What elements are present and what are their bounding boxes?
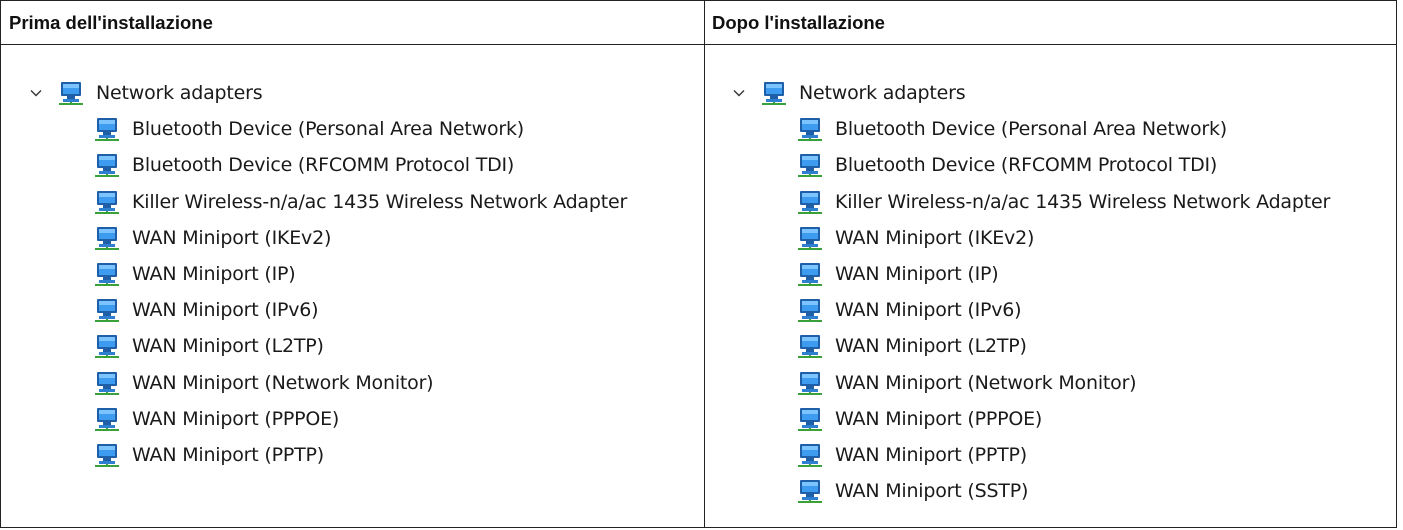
device-list-item[interactable]: WAN Miniport (Network Monitor): [704, 365, 1396, 401]
network-adapter-icon: [95, 335, 119, 359]
device-list-item[interactable]: WAN Miniport (IKEv2): [1, 220, 704, 256]
device-list-item[interactable]: WAN Miniport (Network Monitor): [1, 365, 704, 401]
device-label: WAN Miniport (Network Monitor): [132, 371, 434, 394]
device-list-item[interactable]: WAN Miniport (IP): [1, 256, 704, 292]
network-adapter-icon: [59, 82, 83, 106]
network-adapter-icon: [798, 443, 822, 467]
device-label: Bluetooth Device (Personal Area Network): [132, 118, 525, 141]
device-label: WAN Miniport (IP): [835, 263, 999, 286]
network-adapter-icon: [95, 118, 119, 142]
network-adapter-icon: [798, 335, 822, 359]
device-list-item[interactable]: WAN Miniport (IP): [704, 256, 1396, 292]
device-list-item[interactable]: WAN Miniport (PPPOE): [704, 401, 1396, 437]
network-adapter-icon: [798, 371, 822, 395]
chevron-down-icon[interactable]: [28, 85, 44, 101]
network-adapter-icon: [798, 190, 822, 214]
device-list-item[interactable]: Bluetooth Device (RFCOMM Protocol TDI): [704, 147, 1396, 183]
column-after: Dopo l'installazione Network adapters Bl…: [704, 1, 1396, 527]
network-adapter-icon: [798, 118, 822, 142]
network-adapter-icon: [798, 154, 822, 178]
network-adapter-icon: [798, 480, 822, 504]
tree-node-network-adapters[interactable]: Network adapters: [704, 75, 1396, 111]
device-list-item[interactable]: Killer Wireless-n/a/ac 1435 Wireless Net…: [704, 184, 1396, 220]
device-tree-before: Network adapters Bluetooth Device (Perso…: [1, 45, 704, 473]
device-label: WAN Miniport (IKEv2): [132, 226, 332, 249]
device-list-item[interactable]: WAN Miniport (SSTP): [704, 473, 1396, 509]
device-list-item[interactable]: Killer Wireless-n/a/ac 1435 Wireless Net…: [1, 184, 704, 220]
network-adapter-icon: [95, 190, 119, 214]
device-label: Bluetooth Device (RFCOMM Protocol TDI): [835, 154, 1218, 177]
device-label: WAN Miniport (IKEv2): [835, 226, 1035, 249]
device-list-item[interactable]: WAN Miniport (IPv6): [1, 292, 704, 328]
column-header-after: Dopo l'installazione: [704, 1, 1396, 45]
device-label: WAN Miniport (L2TP): [132, 335, 324, 358]
device-list-item[interactable]: WAN Miniport (PPTP): [704, 437, 1396, 473]
device-list-item[interactable]: Bluetooth Device (Personal Area Network): [704, 111, 1396, 147]
device-list-item[interactable]: WAN Miniport (L2TP): [704, 328, 1396, 364]
tree-node-network-adapters[interactable]: Network adapters: [1, 75, 704, 111]
device-list-item[interactable]: WAN Miniport (PPPOE): [1, 401, 704, 437]
column-header-before: Prima dell'installazione: [1, 1, 704, 45]
device-list-item[interactable]: Bluetooth Device (RFCOMM Protocol TDI): [1, 147, 704, 183]
device-tree-after: Network adapters Bluetooth Device (Perso…: [704, 45, 1396, 509]
device-label: WAN Miniport (IP): [132, 263, 296, 286]
device-label: WAN Miniport (PPPOE): [835, 407, 1043, 430]
chevron-down-icon[interactable]: [731, 85, 747, 101]
device-label: WAN Miniport (Network Monitor): [835, 371, 1137, 394]
device-list-item[interactable]: WAN Miniport (L2TP): [1, 328, 704, 364]
device-list-item[interactable]: WAN Miniport (IKEv2): [704, 220, 1396, 256]
network-adapter-icon: [95, 443, 119, 467]
device-label: WAN Miniport (IPv6): [132, 299, 319, 322]
column-before: Prima dell'installazione Network adapter…: [1, 1, 705, 527]
network-adapter-icon: [762, 82, 786, 106]
device-list-item[interactable]: Bluetooth Device (Personal Area Network): [1, 111, 704, 147]
tree-node-label: Network adapters: [799, 82, 966, 105]
device-label: Bluetooth Device (RFCOMM Protocol TDI): [132, 154, 515, 177]
network-adapter-icon: [95, 226, 119, 250]
device-list-item[interactable]: WAN Miniport (IPv6): [704, 292, 1396, 328]
device-label: Killer Wireless-n/a/ac 1435 Wireless Net…: [835, 190, 1331, 213]
network-adapter-icon: [95, 154, 119, 178]
device-list-item[interactable]: WAN Miniport (PPTP): [1, 437, 704, 473]
device-label: WAN Miniport (PPTP): [132, 443, 324, 466]
device-label: WAN Miniport (L2TP): [835, 335, 1027, 358]
comparison-table: Prima dell'installazione Network adapter…: [0, 0, 1397, 528]
device-label: Bluetooth Device (Personal Area Network): [835, 118, 1228, 141]
network-adapter-icon: [95, 371, 119, 395]
device-label: WAN Miniport (PPTP): [835, 443, 1027, 466]
device-label: WAN Miniport (SSTP): [835, 480, 1029, 503]
network-adapter-icon: [798, 407, 822, 431]
network-adapter-icon: [95, 263, 119, 287]
network-adapter-icon: [95, 299, 119, 323]
network-adapter-icon: [798, 226, 822, 250]
device-label: WAN Miniport (IPv6): [835, 299, 1022, 322]
device-label: Killer Wireless-n/a/ac 1435 Wireless Net…: [132, 190, 628, 213]
network-adapter-icon: [798, 299, 822, 323]
network-adapter-icon: [95, 407, 119, 431]
device-label: WAN Miniport (PPPOE): [132, 407, 340, 430]
tree-node-label: Network adapters: [96, 82, 263, 105]
network-adapter-icon: [798, 263, 822, 287]
